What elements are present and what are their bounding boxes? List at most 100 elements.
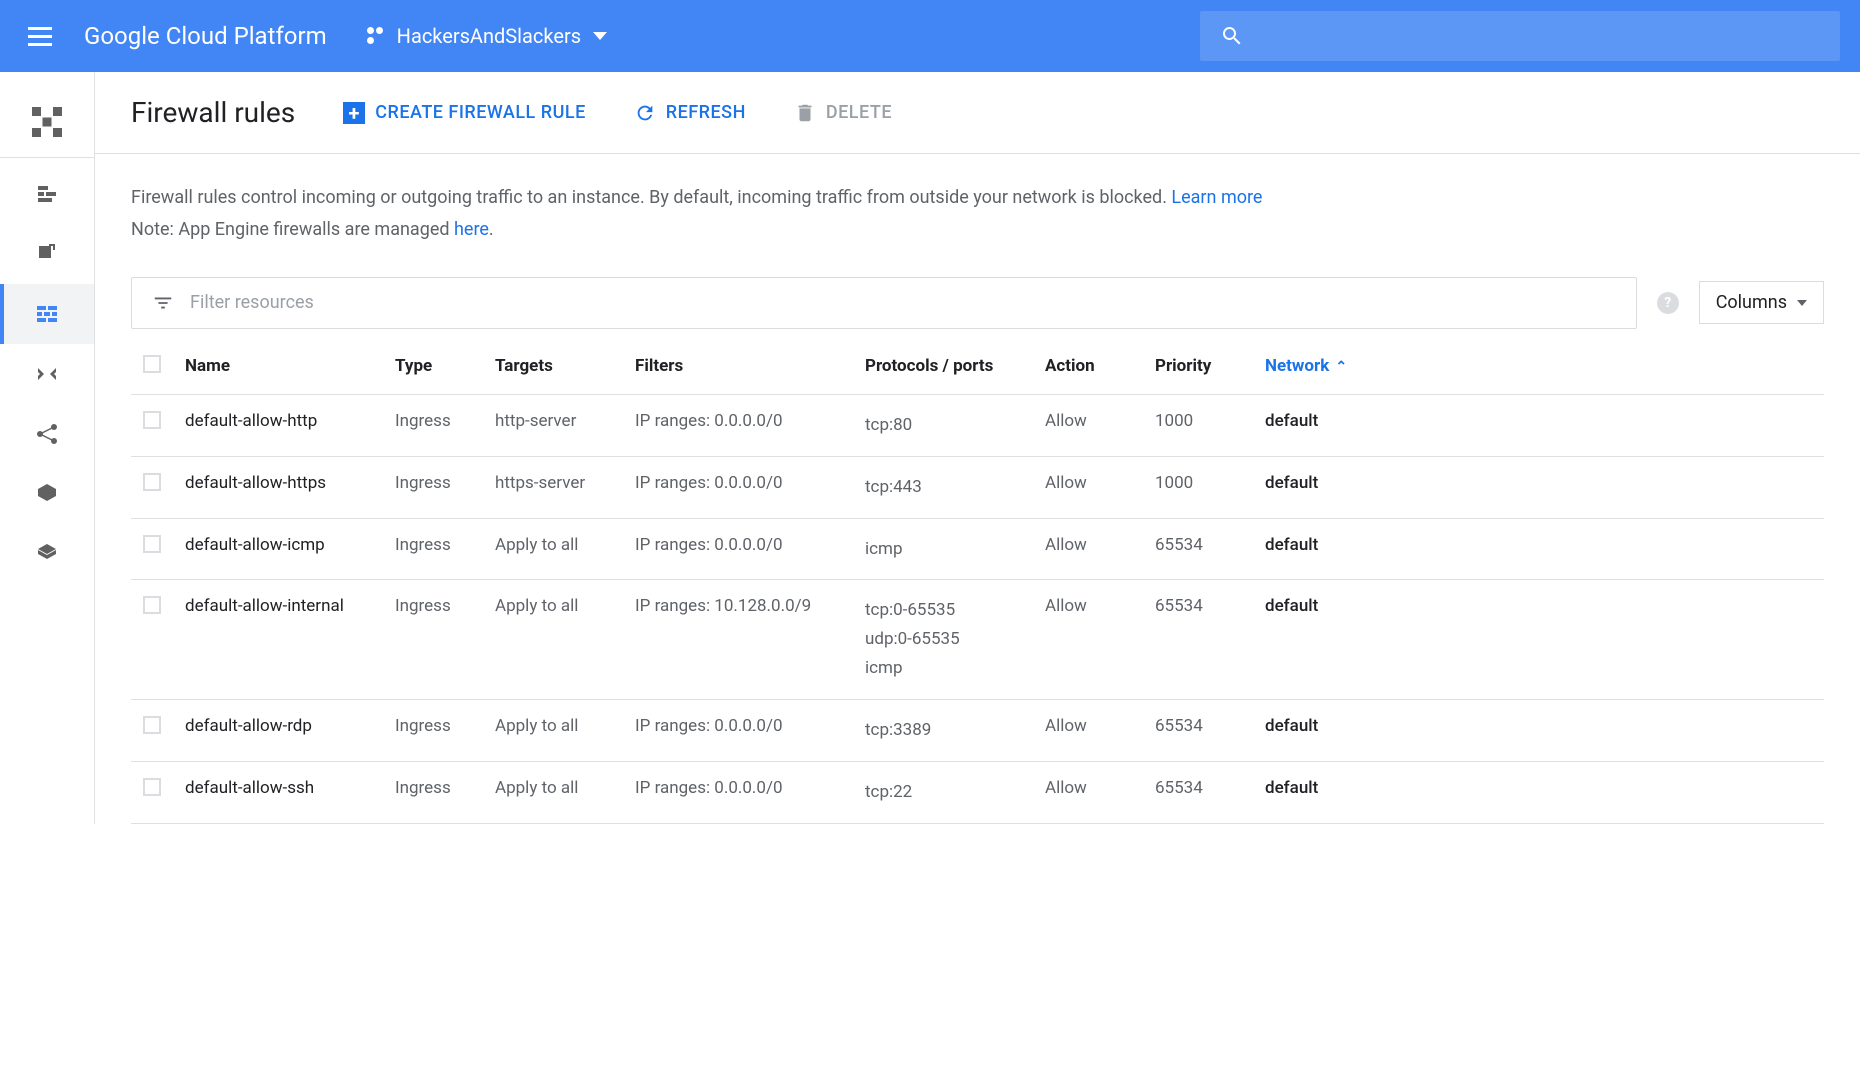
cell-type: Ingress bbox=[383, 762, 483, 824]
menu-icon[interactable] bbox=[20, 19, 60, 54]
row-checkbox[interactable] bbox=[143, 716, 161, 734]
here-link[interactable]: here bbox=[454, 219, 489, 240]
create-firewall-button[interactable]: + CREATE FIREWALL RULE bbox=[343, 102, 586, 124]
header-name[interactable]: Name bbox=[173, 339, 383, 395]
chevron-down-icon bbox=[1797, 300, 1807, 306]
sidebar-item-peering[interactable] bbox=[0, 404, 94, 464]
cell-protocols: tcp:3389 bbox=[853, 700, 1033, 762]
cell-protocols: tcp:80 bbox=[853, 394, 1033, 456]
header-action[interactable]: Action bbox=[1033, 339, 1143, 395]
cell-filters: IP ranges: 0.0.0.0/0 bbox=[623, 700, 853, 762]
header-type[interactable]: Type bbox=[383, 339, 483, 395]
cell-name: default-allow-internal bbox=[173, 580, 383, 700]
cell-action: Allow bbox=[1033, 456, 1143, 518]
sidebar-item-vpc[interactable] bbox=[0, 86, 94, 158]
cell-name: default-allow-icmp bbox=[173, 518, 383, 580]
cell-protocols: tcp:443 bbox=[853, 456, 1033, 518]
learn-more-link[interactable]: Learn more bbox=[1171, 187, 1262, 208]
external-ip-icon bbox=[35, 242, 59, 266]
firewall-icon bbox=[35, 302, 59, 326]
refresh-button[interactable]: REFRESH bbox=[634, 102, 746, 124]
sidebar-item-external-ip[interactable] bbox=[0, 224, 94, 284]
select-all-checkbox[interactable] bbox=[143, 355, 161, 373]
project-selector[interactable]: HackersAndSlackers bbox=[367, 24, 607, 48]
cell-targets: Apply to all bbox=[483, 518, 623, 580]
delete-label: DELETE bbox=[826, 102, 892, 123]
networks-icon bbox=[35, 182, 59, 206]
cell-type: Ingress bbox=[383, 394, 483, 456]
table-row[interactable]: default-allow-http Ingress http-server I… bbox=[131, 394, 1824, 456]
refresh-label: REFRESH bbox=[666, 102, 746, 123]
page-header: Firewall rules + CREATE FIREWALL RULE RE… bbox=[95, 72, 1860, 154]
cell-network: default bbox=[1253, 518, 1824, 580]
header-network[interactable]: Network⌃ bbox=[1253, 339, 1824, 395]
row-checkbox[interactable] bbox=[143, 778, 161, 796]
peering-icon bbox=[35, 422, 59, 446]
cell-filters: IP ranges: 0.0.0.0/0 bbox=[623, 762, 853, 824]
sidebar-item-serverless[interactable] bbox=[0, 524, 94, 584]
filter-bar[interactable] bbox=[131, 277, 1637, 329]
cell-name: default-allow-http bbox=[173, 394, 383, 456]
cell-targets: Apply to all bbox=[483, 700, 623, 762]
vpc-network-icon bbox=[29, 104, 65, 140]
row-checkbox[interactable] bbox=[143, 535, 161, 553]
main-content: Firewall rules + CREATE FIREWALL RULE RE… bbox=[95, 72, 1860, 824]
row-checkbox[interactable] bbox=[143, 596, 161, 614]
search-bar[interactable] bbox=[1200, 11, 1840, 61]
delete-button[interactable]: DELETE bbox=[794, 102, 892, 124]
cell-targets: Apply to all bbox=[483, 580, 623, 700]
filter-input[interactable] bbox=[190, 292, 1616, 313]
help-icon[interactable]: ? bbox=[1657, 292, 1679, 314]
header-priority[interactable]: Priority bbox=[1143, 339, 1253, 395]
cell-priority: 65534 bbox=[1143, 518, 1253, 580]
routes-icon bbox=[35, 362, 59, 386]
cell-filters: IP ranges: 0.0.0.0/0 bbox=[623, 518, 853, 580]
row-checkbox[interactable] bbox=[143, 473, 161, 491]
filter-row: ? Columns bbox=[95, 267, 1860, 339]
cell-network: default bbox=[1253, 700, 1824, 762]
cell-network: default bbox=[1253, 580, 1824, 700]
cell-filters: IP ranges: 10.128.0.0/9 bbox=[623, 580, 853, 700]
cell-type: Ingress bbox=[383, 580, 483, 700]
header-targets[interactable]: Targets bbox=[483, 339, 623, 395]
cell-protocols: tcp:0-65535 udp:0-65535 icmp bbox=[853, 580, 1033, 700]
cell-action: Allow bbox=[1033, 394, 1143, 456]
project-icon bbox=[367, 27, 385, 45]
cell-type: Ingress bbox=[383, 700, 483, 762]
page-title: Firewall rules bbox=[131, 96, 295, 129]
cell-action: Allow bbox=[1033, 762, 1143, 824]
cell-protocols: tcp:22 bbox=[853, 762, 1033, 824]
cell-action: Allow bbox=[1033, 700, 1143, 762]
cell-filters: IP ranges: 0.0.0.0/0 bbox=[623, 456, 853, 518]
table-row[interactable]: default-allow-https Ingress https-server… bbox=[131, 456, 1824, 518]
search-icon bbox=[1220, 24, 1244, 48]
create-label: CREATE FIREWALL RULE bbox=[375, 102, 586, 123]
row-checkbox[interactable] bbox=[143, 411, 161, 429]
sidebar-item-firewall[interactable] bbox=[0, 284, 94, 344]
header-filters[interactable]: Filters bbox=[623, 339, 853, 395]
cell-network: default bbox=[1253, 762, 1824, 824]
trash-icon bbox=[794, 102, 816, 124]
header-protocols[interactable]: Protocols / ports bbox=[853, 339, 1033, 395]
table-row[interactable]: default-allow-ssh Ingress Apply to all I… bbox=[131, 762, 1824, 824]
cell-priority: 65534 bbox=[1143, 700, 1253, 762]
filter-icon bbox=[152, 292, 174, 314]
cell-action: Allow bbox=[1033, 518, 1143, 580]
sidebar-item-routes[interactable] bbox=[0, 344, 94, 404]
project-name: HackersAndSlackers bbox=[397, 24, 581, 48]
cell-targets: http-server bbox=[483, 394, 623, 456]
table-container: Name Type Targets Filters Protocols / po… bbox=[95, 339, 1860, 824]
sidebar-item-shared-vpc[interactable] bbox=[0, 464, 94, 524]
table-row[interactable]: default-allow-internal Ingress Apply to … bbox=[131, 580, 1824, 700]
platform-name: Google Cloud Platform bbox=[84, 22, 327, 50]
cell-action: Allow bbox=[1033, 580, 1143, 700]
sidebar bbox=[0, 72, 95, 824]
description-text: Firewall rules control incoming or outgo… bbox=[95, 154, 1860, 267]
shared-vpc-icon bbox=[35, 482, 59, 506]
cell-network: default bbox=[1253, 394, 1824, 456]
table-row[interactable]: default-allow-rdp Ingress Apply to all I… bbox=[131, 700, 1824, 762]
sidebar-item-networks[interactable] bbox=[0, 164, 94, 224]
table-row[interactable]: default-allow-icmp Ingress Apply to all … bbox=[131, 518, 1824, 580]
cell-targets: Apply to all bbox=[483, 762, 623, 824]
columns-button[interactable]: Columns bbox=[1699, 281, 1824, 324]
